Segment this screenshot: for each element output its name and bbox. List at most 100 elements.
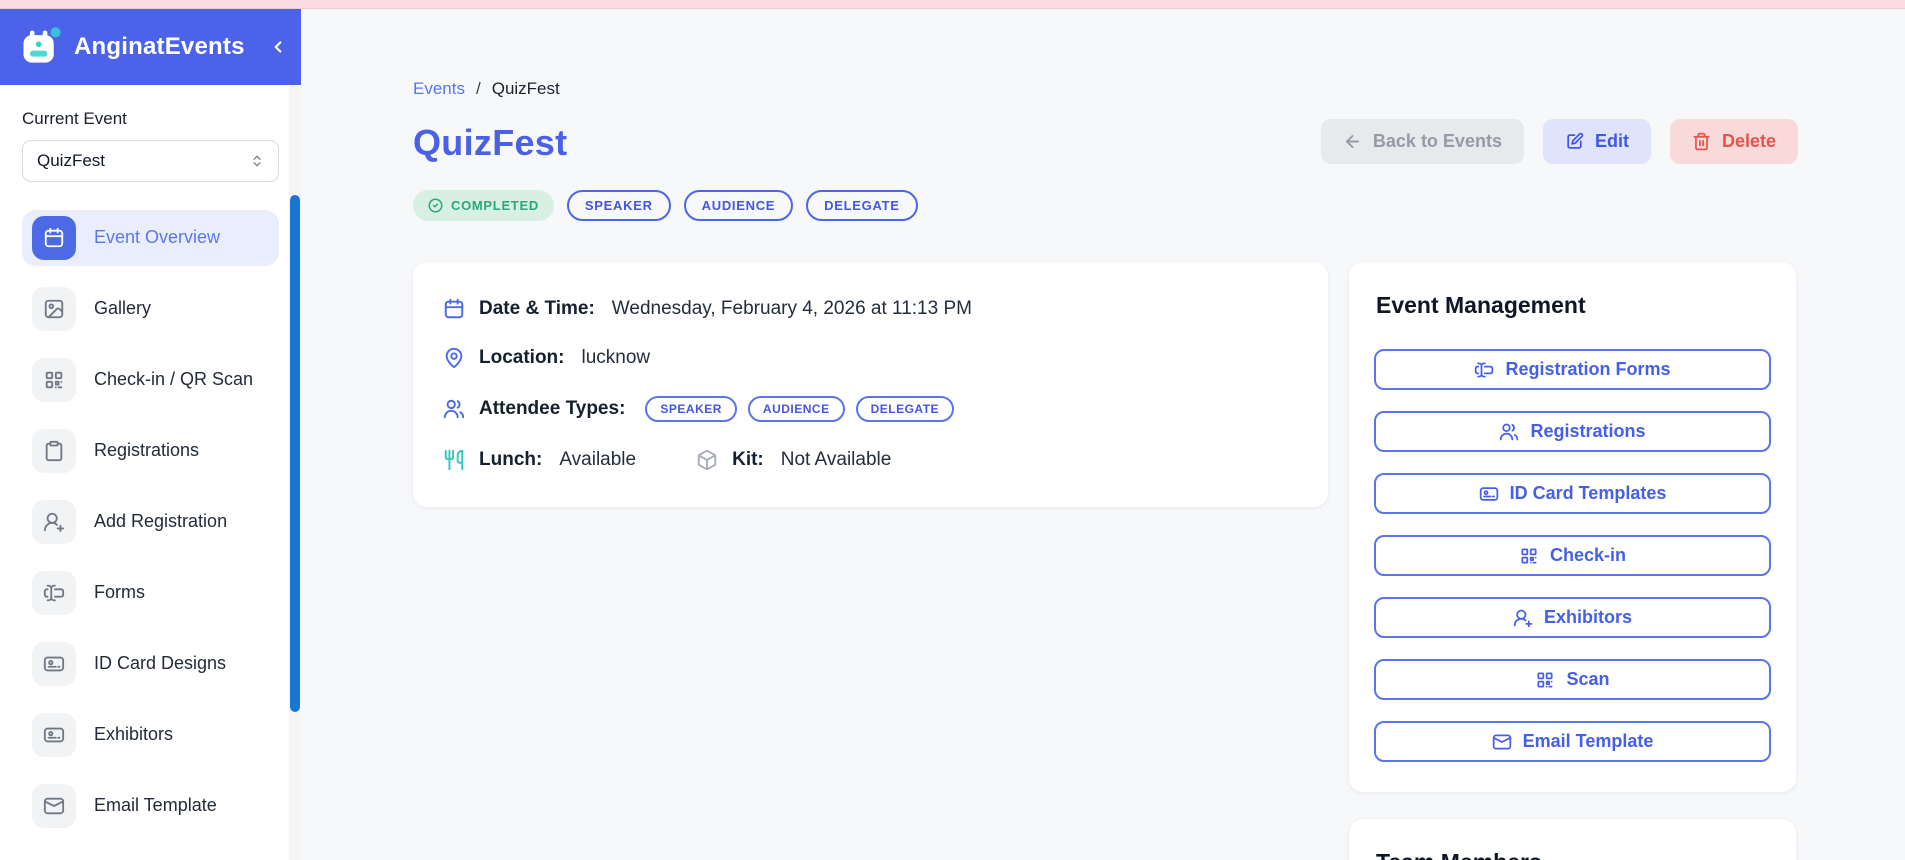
registrations-button[interactable]: Registrations <box>1374 411 1771 452</box>
chevrons-up-down-icon <box>250 154 264 168</box>
right-column: Event Management Registration Forms Regi… <box>1349 262 1796 860</box>
current-event-label: Current Event <box>22 109 127 128</box>
current-event-select[interactable]: QuizFest <box>22 140 279 182</box>
scan-button[interactable]: Scan <box>1374 659 1771 700</box>
sidebar-item-id-card-designs[interactable]: ID Card Designs <box>22 636 279 692</box>
type-badge-delegate: DELEGATE <box>806 190 918 221</box>
attendee-type-pills: SPEAKER AUDIENCE DELEGATE <box>645 396 955 422</box>
badges-row: COMPLETED SPEAKER AUDIENCE DELEGATE <box>413 190 918 221</box>
sidebar-item-event-overview[interactable]: Event Overview <box>22 210 279 266</box>
id-card-templates-label: ID Card Templates <box>1509 483 1667 503</box>
mail-icon <box>32 784 76 828</box>
team-members-panel: Team Members <box>1349 819 1796 860</box>
main-content: Events / QuizFest QuizFest COMPLETED SPE… <box>301 9 1905 860</box>
lunch-kit-row: Lunch: Available Kit: Not Available <box>443 449 1298 471</box>
user-plus-icon <box>32 500 76 544</box>
current-event-value: QuizFest <box>37 151 106 170</box>
event-details-card: Date & Time: Wednesday, February 4, 2026… <box>413 262 1328 507</box>
scan-label: Scan <box>1566 669 1610 689</box>
map-pin-icon <box>443 347 465 369</box>
sidebar-item-add-registration[interactable]: Add Registration <box>22 494 279 550</box>
attendee-types-row: Attendee Types: SPEAKER AUDIENCE DELEGAT… <box>443 396 1298 422</box>
qr-code-icon <box>32 358 76 402</box>
attendee-pill-speaker: SPEAKER <box>645 396 737 422</box>
registrations-label: Registrations <box>1530 421 1646 441</box>
edit-button[interactable]: Edit <box>1542 119 1651 164</box>
sidebar-item-checkin-qr-scan[interactable]: Check-in / QR Scan <box>22 352 279 408</box>
event-management-panel: Event Management Registration Forms Regi… <box>1349 262 1796 792</box>
back-to-events-button[interactable]: Back to Events <box>1320 119 1524 164</box>
email-template-label: Email Template <box>1522 731 1654 751</box>
page-actions: Back to Events Edit Delete <box>1320 119 1798 164</box>
sidebar-item-forms[interactable]: Forms <box>22 565 279 621</box>
calendar-logo-icon <box>18 25 62 69</box>
arrow-left-icon <box>1343 132 1362 151</box>
sidebar-item-exhibitors[interactable]: Exhibitors <box>22 707 279 763</box>
package-icon <box>696 449 718 471</box>
form-input-icon <box>32 571 76 615</box>
event-management-title: Event Management <box>1376 292 1586 318</box>
sidebar-scrollbar-track[interactable] <box>289 85 301 860</box>
sidebar-item-label: Email Template <box>94 795 217 816</box>
delete-label: Delete <box>1721 131 1776 151</box>
sidebar-item-label: Gallery <box>94 298 152 319</box>
user-plus-icon <box>1513 608 1533 628</box>
top-notification-strip <box>0 0 1905 9</box>
email-template-button[interactable]: Email Template <box>1374 721 1771 762</box>
kit-group: Kit: Not Available <box>696 449 891 471</box>
exhibitors-button[interactable]: Exhibitors <box>1374 597 1771 638</box>
image-icon <box>32 287 76 331</box>
team-members-title: Team Members <box>1376 849 1771 860</box>
exhibitors-label: Exhibitors <box>1543 607 1632 627</box>
sidebar-nav: Event Overview Gallery Check-in / QR Sca… <box>0 196 301 844</box>
datetime-value: Wednesday, February 4, 2026 at 11:13 PM <box>611 298 972 319</box>
check-circle-icon <box>428 198 443 213</box>
sidebar-item-label: Exhibitors <box>94 724 174 745</box>
breadcrumb: Events / QuizFest <box>413 79 918 99</box>
qr-code-icon <box>1519 546 1539 566</box>
sidebar-scrollbar-thumb[interactable] <box>290 195 300 712</box>
mail-icon <box>1492 732 1512 752</box>
lunch-group: Lunch: Available <box>443 449 636 471</box>
status-badge-label: COMPLETED <box>451 198 539 213</box>
breadcrumb-events-link[interactable]: Events <box>413 79 465 99</box>
check-in-label: Check-in <box>1549 545 1627 565</box>
qr-code-icon <box>1535 670 1555 690</box>
attendee-types-label: Attendee Types: <box>479 398 626 419</box>
sidebar-item-email-template[interactable]: Email Template <box>22 778 279 834</box>
sidebar-item-label: ID Card Designs <box>94 653 227 674</box>
sidebar-item-label: Add Registration <box>94 511 228 532</box>
check-in-button[interactable]: Check-in <box>1374 535 1771 576</box>
datetime-label: Date & Time: <box>479 298 595 319</box>
pencil-icon <box>1565 132 1584 151</box>
registration-forms-label: Registration Forms <box>1505 359 1671 379</box>
breadcrumb-current: QuizFest <box>491 79 560 98</box>
trash-icon <box>1692 132 1711 151</box>
calendar-icon <box>32 216 76 260</box>
lunch-value: Available <box>559 449 637 470</box>
kit-label: Kit: <box>732 449 764 470</box>
edit-label: Edit <box>1594 131 1629 151</box>
id-card-icon <box>32 713 76 757</box>
chevron-left-icon[interactable] <box>269 38 287 56</box>
datetime-row: Date & Time: Wednesday, February 4, 2026… <box>443 298 1298 320</box>
registration-forms-button[interactable]: Registration Forms <box>1374 349 1771 390</box>
kit-value: Not Available <box>780 449 892 470</box>
attendee-pill-delegate: DELEGATE <box>855 396 955 422</box>
id-card-templates-button[interactable]: ID Card Templates <box>1374 473 1771 514</box>
sidebar-item-gallery[interactable]: Gallery <box>22 281 279 337</box>
sidebar-item-label: Check-in / QR Scan <box>94 369 254 390</box>
location-value: lucknow <box>581 347 651 368</box>
sidebar-header: AnginatEvents <box>0 9 301 85</box>
form-input-icon <box>1474 360 1494 380</box>
sidebar-item-registrations[interactable]: Registrations <box>22 423 279 479</box>
sidebar-item-label: Event Overview <box>94 227 221 248</box>
clipboard-icon <box>32 429 76 473</box>
lunch-label: Lunch: <box>479 449 543 470</box>
users-icon <box>443 398 465 420</box>
delete-button[interactable]: Delete <box>1669 119 1798 164</box>
status-badge: COMPLETED <box>413 190 554 221</box>
location-row: Location: lucknow <box>443 347 1298 369</box>
location-label: Location: <box>479 347 565 368</box>
sidebar: AnginatEvents Current Event QuizFest Eve… <box>0 9 301 860</box>
